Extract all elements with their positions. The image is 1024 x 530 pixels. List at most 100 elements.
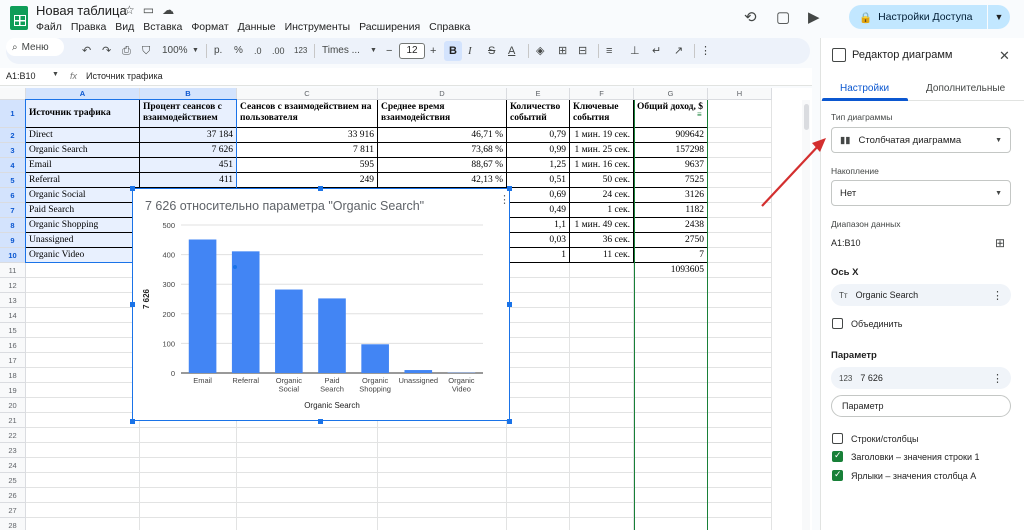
empty-cell[interactable]: [570, 488, 634, 503]
empty-cell[interactable]: [507, 473, 570, 488]
bold-button[interactable]: B: [444, 41, 462, 61]
empty-cell[interactable]: [634, 278, 708, 293]
empty-cell[interactable]: [634, 308, 708, 323]
empty-cell[interactable]: [26, 353, 140, 368]
empty-cell[interactable]: [570, 443, 634, 458]
table-cell[interactable]: 7525: [634, 173, 708, 188]
empty-cell[interactable]: [507, 413, 570, 428]
empty-cell[interactable]: [507, 368, 570, 383]
empty-cell[interactable]: [378, 473, 507, 488]
row-header[interactable]: 4: [0, 158, 26, 173]
use-colA-labels-checkbox[interactable]: [832, 469, 843, 481]
table-cell[interactable]: 451: [140, 158, 237, 173]
embedded-chart[interactable]: 0 100 200 300 400 500 Email Referral Organic Soci…: [132, 188, 510, 421]
empty-cell[interactable]: [507, 293, 570, 308]
resize-handle-ne[interactable]: [507, 186, 512, 191]
empty-cell[interactable]: [507, 383, 570, 398]
table-cell[interactable]: 0,79: [507, 128, 570, 143]
table-cell[interactable]: Organic Video: [26, 248, 140, 263]
select-all-corner[interactable]: [0, 88, 26, 100]
empty-cell[interactable]: [708, 413, 772, 428]
table-cell[interactable]: 7: [634, 248, 708, 263]
table-cell[interactable]: 36 сек.: [570, 233, 634, 248]
column-header-f[interactable]: F: [570, 88, 634, 100]
empty-cell[interactable]: [237, 488, 378, 503]
use-row1-headers-checkbox[interactable]: [832, 450, 843, 462]
table-cell[interactable]: 411: [140, 173, 237, 188]
menu-item[interactable]: Вставка: [143, 21, 182, 33]
table-cell[interactable]: 1182: [634, 203, 708, 218]
row-header[interactable]: 8: [0, 218, 26, 233]
decrease-decimal-button[interactable]: .0: [254, 43, 262, 59]
empty-cell[interactable]: [708, 428, 772, 443]
menu-item[interactable]: Инструменты: [285, 21, 350, 33]
empty-cell[interactable]: [570, 413, 634, 428]
table-header-cell[interactable]: Процент сеансов с взаимодействием: [140, 100, 237, 128]
empty-cell[interactable]: [140, 488, 237, 503]
range-handle[interactable]: [233, 265, 237, 269]
empty-cell[interactable]: [708, 398, 772, 413]
table-cell[interactable]: 0,49: [507, 203, 570, 218]
italic-button[interactable]: I: [468, 43, 472, 59]
merge-cells-icon[interactable]: ⊟: [578, 43, 587, 59]
column-header-h[interactable]: H: [708, 88, 772, 100]
resize-handle-s[interactable]: [318, 419, 323, 424]
borders-icon[interactable]: ⊞: [558, 43, 567, 59]
align-horizontal-icon[interactable]: ≡: [606, 43, 612, 59]
more-tools-icon[interactable]: ⋮: [700, 43, 711, 59]
table-header-cell[interactable]: Среднее время взаимодействия: [378, 100, 507, 128]
empty-cell[interactable]: [570, 323, 634, 338]
table-cell[interactable]: 42,13 %: [378, 173, 507, 188]
text-rotation-icon[interactable]: ↗: [674, 43, 683, 59]
chart-menu-icon[interactable]: ⋮: [499, 193, 510, 206]
history-icon[interactable]: ⟲: [744, 8, 757, 26]
empty-cell[interactable]: [634, 428, 708, 443]
table-cell[interactable]: 33 916: [237, 128, 378, 143]
meet-icon[interactable]: ▶: [808, 8, 820, 26]
more-options-icon[interactable]: ⋮: [992, 289, 1003, 302]
row-header[interactable]: 14: [0, 308, 26, 323]
table-cell[interactable]: 73,68 %: [378, 143, 507, 158]
row-header[interactable]: 6: [0, 188, 26, 203]
empty-cell[interactable]: [634, 398, 708, 413]
column-header-b[interactable]: B: [140, 88, 237, 100]
empty-cell[interactable]: [507, 443, 570, 458]
font-size-increase-icon[interactable]: +: [430, 43, 436, 59]
empty-cell[interactable]: [26, 428, 140, 443]
empty-cell[interactable]: [708, 368, 772, 383]
empty-cell[interactable]: [634, 458, 708, 473]
empty-cell[interactable]: [708, 488, 772, 503]
table-cell[interactable]: 1 сек.: [570, 203, 634, 218]
text-color-button[interactable]: A: [508, 43, 515, 59]
menu-item[interactable]: Правка: [71, 21, 106, 33]
table-cell[interactable]: Paid Search: [26, 203, 140, 218]
increase-decimal-button[interactable]: .00: [272, 43, 285, 59]
number-format-button[interactable]: 123: [294, 43, 307, 59]
table-cell[interactable]: 3126: [634, 188, 708, 203]
table-cell[interactable]: 1: [507, 248, 570, 263]
table-cell[interactable]: Organic Social: [26, 188, 140, 203]
empty-cell[interactable]: [708, 383, 772, 398]
row-header[interactable]: 5: [0, 173, 26, 188]
close-icon[interactable]: ✕: [999, 48, 1010, 64]
empty-cell[interactable]: [26, 368, 140, 383]
empty-cell[interactable]: [634, 413, 708, 428]
empty-cell[interactable]: [140, 473, 237, 488]
resize-handle-e[interactable]: [507, 302, 512, 307]
paint-format-icon[interactable]: ⛉: [142, 43, 150, 59]
empty-cell[interactable]: [634, 353, 708, 368]
column-header-d[interactable]: D: [378, 88, 507, 100]
empty-cell[interactable]: [237, 503, 378, 518]
share-dropdown-button[interactable]: ▼: [988, 5, 1010, 29]
row-header[interactable]: 25: [0, 473, 26, 488]
empty-cell[interactable]: [507, 278, 570, 293]
combine-checkbox[interactable]: [832, 318, 843, 329]
share-button[interactable]: 🔒 Настройки Доступа: [849, 5, 987, 29]
table-cell[interactable]: 1,1: [507, 218, 570, 233]
menu-item[interactable]: Расширения: [359, 21, 420, 33]
name-box[interactable]: A1:B10: [6, 71, 36, 81]
row-header[interactable]: 3: [0, 143, 26, 158]
resize-handle-sw[interactable]: [130, 419, 135, 424]
comments-icon[interactable]: ▢: [776, 8, 790, 26]
empty-cell[interactable]: [634, 473, 708, 488]
